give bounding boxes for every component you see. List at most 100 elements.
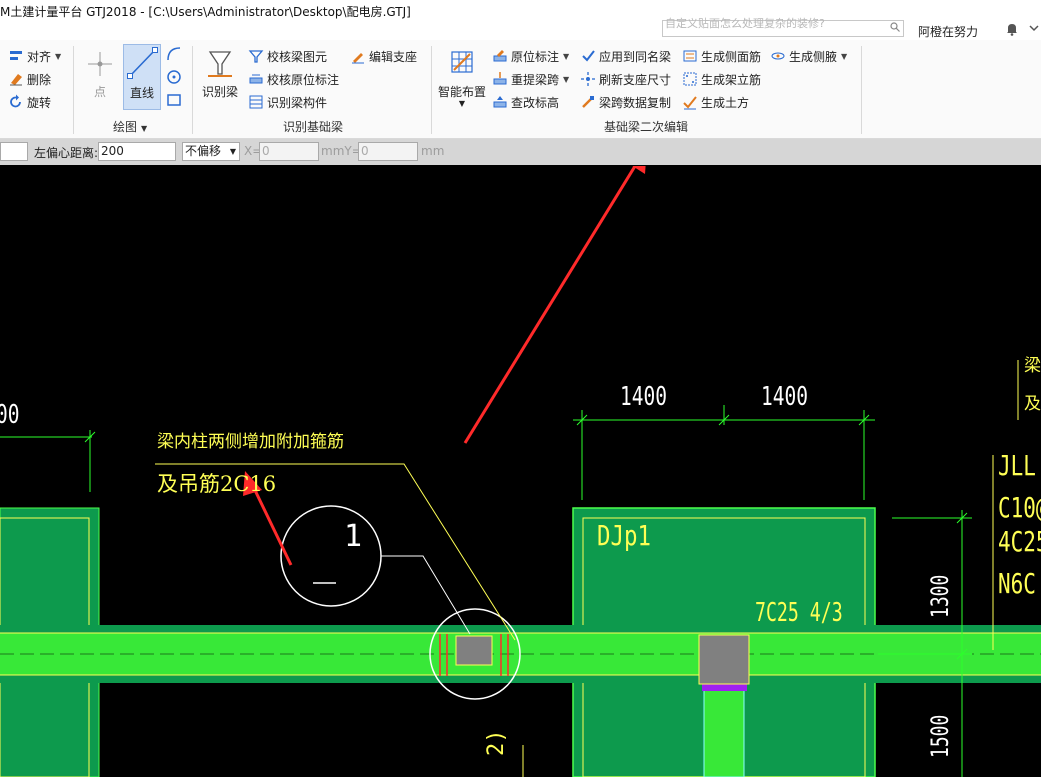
window-title: M土建计量平台 GTJ2018 - [C:\Users\Administrato… [0,5,411,19]
drawing-canvas[interactable]: 00 1400 1400 1300 1500 梁内柱两侧增加附加箍筋 及吊筋2C… [0,166,1041,777]
gen-earthwork-label: 生成土方 [701,95,750,110]
rotate-button[interactable]: 旋转 [8,92,51,112]
x-input[interactable]: 0 [259,142,319,161]
gen-haunch-button[interactable]: 生成侧腋 ▼ [770,46,847,66]
section-leader [381,555,471,635]
column-right[interactable] [698,634,750,685]
dimension-left: 00 [0,400,20,430]
copy-span-data-button[interactable]: 梁跨数据复制 [580,92,671,112]
gen-side-rebar-label: 生成侧面筋 [701,49,762,64]
rotate-label: 旋转 [27,95,52,110]
identify-member-icon [249,95,263,109]
dimension-1300: 1300 [926,574,954,618]
reextract-span-label: 重提梁跨 [511,72,560,87]
ribbon-toolbar: 对齐 ▼ 删除 旋转 点 直线 绘图 ▼ 识别梁 校核梁图元 校核原位标注 识别梁构… [0,40,1041,139]
prior-field[interactable] [0,142,28,161]
identify-member-button[interactable]: 识别梁构件 [248,92,327,112]
annotation-line-1: 梁内柱两侧增加附加箍筋 [157,432,344,452]
check-original-button[interactable]: 校核原位标注 [248,69,339,89]
check-beam-icon [248,50,264,63]
original-mark-icon [493,50,507,62]
vertical-beam[interactable] [703,684,745,777]
eraser-icon [10,74,22,86]
gen-stirrup-legs-label: 生成架立筋 [701,72,762,87]
mm-label: mm [421,144,445,158]
section-number: 1 [344,519,363,554]
check-beam-button[interactable]: 校核梁图元 [248,46,327,66]
modify-elevation-icon [493,96,507,108]
bottom-partial-label: 2) [484,729,509,757]
ribbon-separator [192,46,193,134]
reextract-span-icon [493,72,507,85]
smart-layout-button[interactable]: 智能布置 ▼ [436,46,488,108]
dropdown-arrow-icon: ▼ [563,51,570,61]
refresh-support-button[interactable]: 刷新支座尺寸 [580,69,671,89]
ribbon-separator [73,46,74,134]
section-symbol[interactable] [280,505,382,607]
search-input[interactable]: 自定义贴面怎么处理复杂的装修? [662,17,904,37]
line-label: 直线 [129,86,154,100]
edit-support-icon [352,53,364,64]
rebar-label: 7C25 4/3 [755,598,843,628]
y-input[interactable]: 0 [358,142,418,161]
right-note-line-1: 梁内 [1024,356,1041,376]
rectangle-icon[interactable] [166,92,182,108]
check-original-label: 校核原位标注 [267,72,340,87]
copy-span-icon [582,96,594,108]
align-icon [10,51,22,60]
identify-beam-button[interactable]: 识别梁 [200,46,240,102]
refresh-support-label: 刷新支座尺寸 [599,72,672,87]
title-bar: M土建计量平台 GTJ2018 - [C:\Users\Administrato… [0,0,1041,40]
search-icon[interactable] [890,22,900,32]
beam-side-rebar-label: N6C [998,567,1036,600]
gen-earthwork-button[interactable]: 生成土方 [682,92,749,112]
gen-haunch-label: 生成侧腋 [789,49,838,64]
dimension-1400-b: 1400 [761,382,808,412]
point-button[interactable]: 点 [84,46,116,102]
dropdown-arrow-icon: ▼ [458,99,466,108]
gen-stirrup-legs-button[interactable]: 生成架立筋 [682,69,761,89]
dimension-1400-a: 1400 [620,382,667,412]
line-button[interactable]: 直线 [123,44,161,110]
identify-member-label: 识别梁构件 [267,95,328,110]
right-note-line-2: 及吊 [1024,394,1041,414]
smart-layout-label: 智能布置 [437,85,486,99]
delete-button[interactable]: 删除 [8,69,51,89]
stirrup-legs-icon [683,72,697,86]
dropdown-arrow-icon: ▼ [55,51,62,61]
point-icon [88,52,112,76]
left-offset-input[interactable]: 200 [98,142,176,161]
modify-elevation-label: 查改标高 [511,95,560,110]
column-left[interactable] [455,635,493,666]
point-label: 点 [93,85,106,99]
circle-icon[interactable] [166,69,182,85]
refresh-icon [581,72,595,86]
dropdown-arrow-icon: ▼ [229,147,236,156]
apply-same-name-button[interactable]: 应用到同名梁 [580,46,671,66]
reextract-span-button[interactable]: 重提梁跨 ▼ [492,69,569,89]
beam-stirrup-label: C10@ [998,491,1041,524]
modify-elevation-button[interactable]: 查改标高 [492,92,559,112]
align-button[interactable]: 对齐 ▼ [8,46,61,66]
user-name[interactable]: 阿橙在努力 [918,23,978,40]
line-draw-icon [127,47,158,79]
arc-icon[interactable] [166,46,182,62]
side-rebar-icon [683,50,697,62]
delete-label: 删除 [27,72,52,87]
left-offset-label: 左偏心距离: [34,146,99,160]
chevron-down-icon[interactable] [1028,22,1040,34]
gen-side-rebar-button[interactable]: 生成侧面筋 [682,46,761,66]
identify-group-label: 识别基础梁 [283,120,344,134]
original-mark-button[interactable]: 原位标注 ▼ [492,46,569,66]
edit-support-button[interactable]: 编辑支座 [350,46,417,66]
offset-mode-select[interactable]: 不偏移 ▼ [182,142,240,161]
ribbon-separator [431,46,432,134]
bell-icon[interactable] [1005,22,1019,36]
mm-y-label: mmY= [321,144,362,158]
align-label: 对齐 [27,49,52,64]
beam-main-rebar-label: 4C25 [998,525,1041,558]
draw-group-label[interactable]: 绘图 ▼ [113,118,147,135]
earthwork-icon [683,96,697,110]
secondary-group-label: 基础梁二次编辑 [604,120,689,134]
beam-name-label: JLL [998,449,1036,482]
